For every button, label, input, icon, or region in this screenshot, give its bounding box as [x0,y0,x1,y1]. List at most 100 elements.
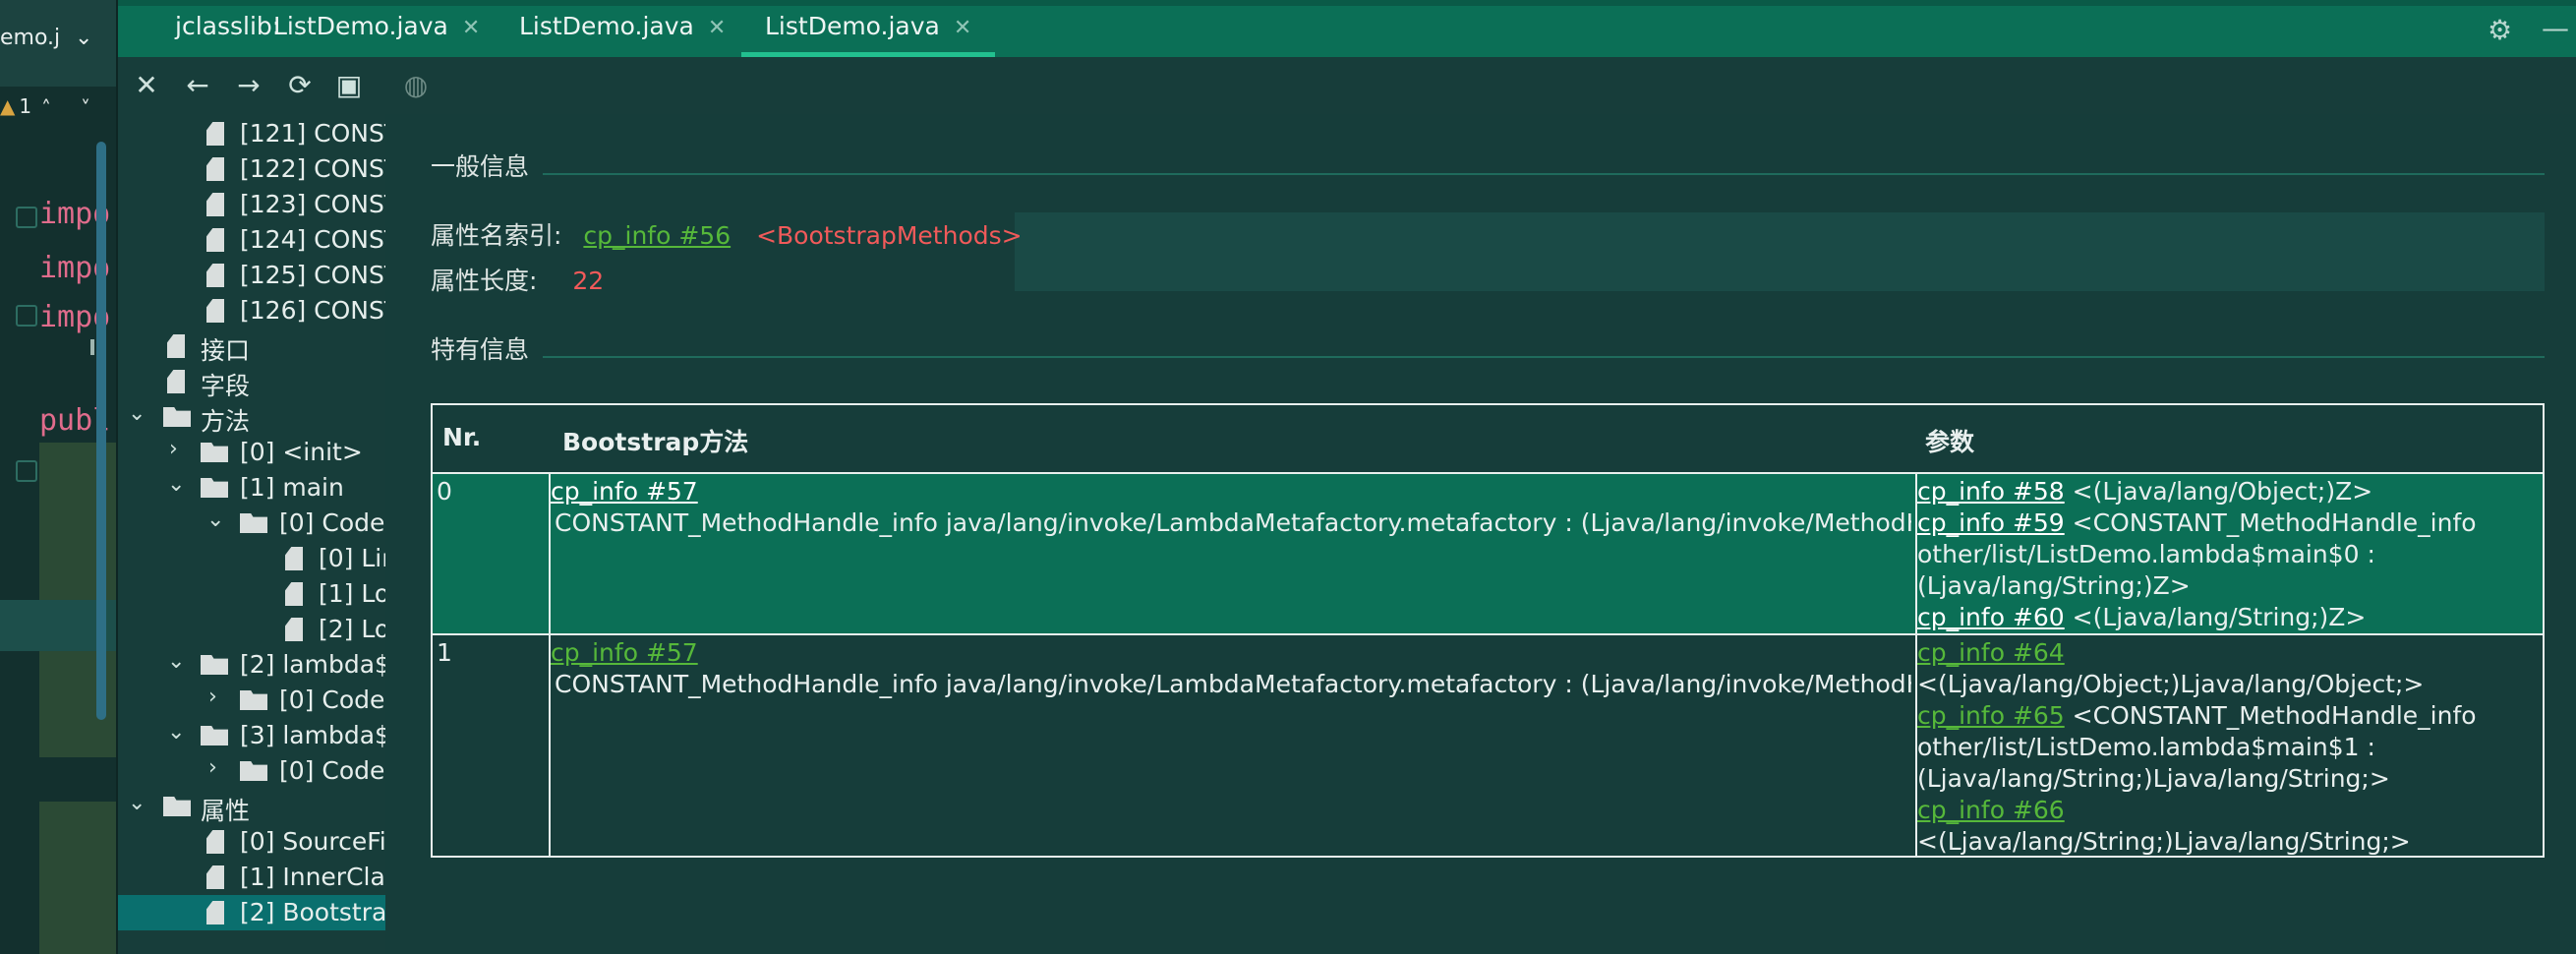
tree-item-label: [2] Lo [319,615,385,643]
chevron-right-icon[interactable]: › [169,437,178,461]
chevron-down-icon[interactable]: ⌄ [167,720,185,745]
tree-item-label: [2] lambda$ [240,650,385,679]
cp-info-link[interactable]: cp_info #65 [1917,701,2065,730]
attribute-name-index-label: 属性名索引: [431,221,562,250]
cp-info-link[interactable]: cp_info #60 [1917,603,2065,631]
refresh-icon[interactable]: ⟳ [283,69,317,101]
tree-item-interfaces[interactable]: 接口 [118,328,385,365]
code-fragment [90,339,94,355]
tree-item[interactable]: [125] CONST [118,258,385,293]
cell-method: cp_info #57 CONSTANT_MethodHandle_info j… [551,476,1911,539]
tree-item[interactable]: [124] CONST [118,222,385,258]
folder-icon [201,655,228,675]
chevron-down-icon[interactable]: ⌄ [128,791,146,815]
warning-indicator[interactable]: ▲ 1 [0,94,31,118]
chevron-down-icon[interactable]: ⌄ [206,507,224,532]
tree-item[interactable]: › [0] Code [118,683,385,718]
table-row[interactable]: 0 cp_info #57 CONSTANT_MethodHandle_info… [433,472,2543,633]
column-header-args[interactable]: 参数 [1915,405,2543,472]
chevron-right-icon[interactable]: › [208,685,217,709]
tab-listdemo-3[interactable]: ListDemo.java ✕ [740,12,996,57]
tree-item[interactable]: [1] Lo [118,576,385,612]
file-icon [206,901,224,924]
fold-marker-icon[interactable] [16,207,37,228]
column-header-nr[interactable]: Nr. [433,405,549,472]
chevron-down-icon[interactable]: ⌄ [167,472,185,497]
chevron-down-icon[interactable]: ⌄ [75,26,92,50]
tree-item-selected[interactable]: [2] Bootstra [118,895,385,930]
globe-icon[interactable]: ◍ [399,69,433,101]
arg-text: <(Ljava/lang/Object;)Z> [2072,477,2373,506]
fold-marker-icon[interactable] [16,305,37,327]
tree-item[interactable]: [1] InnerClas [118,860,385,895]
editor-file-tab-label: emo.j [0,26,61,50]
structure-tree: [121] CONST [122] CONST [123] CONST [124… [118,114,385,954]
close-icon[interactable]: ✕ [462,16,480,40]
bootstrap-methods-table: Nr. Bootstrap方法 参数 0 cp_info #57 CONSTAN… [431,403,2545,858]
forward-arrow-icon[interactable]: → [232,69,265,101]
file-icon [167,334,185,358]
tree-item[interactable]: ⌄ [1] main [118,470,385,506]
cp-info-link[interactable]: cp_info #57 [551,638,698,667]
tree-item[interactable]: [0] Lin [118,541,385,576]
chevron-down-icon[interactable]: ˅ [81,96,90,120]
chevron-up-icon[interactable]: ˄ [41,96,51,120]
gear-icon[interactable]: ⚙ [2488,14,2512,46]
tree-item[interactable]: [126] CONST [118,293,385,328]
tree-item-methods[interactable]: ⌄ 方法 [118,399,385,436]
cp-info-link[interactable]: cp_info #59 [1917,508,2065,537]
tree-item-label: [0] Lin [319,544,385,572]
tree-item[interactable]: ⌄ [0] Code [118,506,385,541]
cp-info-link[interactable]: cp_info #56 [583,221,731,250]
minimize-icon[interactable]: — [2542,12,2569,44]
fold-marker-icon[interactable] [16,460,37,482]
tree-item[interactable]: [122] CONST [118,151,385,187]
save-icon[interactable]: ▣ [332,69,366,101]
close-icon[interactable]: ✕ [708,16,726,40]
tree-item[interactable]: [121] CONST [118,116,385,151]
cell-method: cp_info #57 CONSTANT_MethodHandle_info j… [551,637,1911,700]
editor-scrollbar[interactable] [96,142,106,720]
table-row[interactable]: 1 cp_info #57 CONSTANT_MethodHandle_info… [433,633,2543,856]
tree-item[interactable]: [123] CONST [118,187,385,222]
tree-item[interactable]: › [0] Code [118,753,385,789]
file-icon [285,618,303,641]
tree-item-label: [126] CONST [240,296,385,325]
tree-item[interactable]: ⌄ [3] lambda$ [118,718,385,753]
chevron-down-icon[interactable]: ⌄ [167,649,185,674]
tree-item[interactable]: ⌄ [2] lambda$ [118,647,385,683]
cell-nr: 0 [437,477,452,506]
attribute-name-index-row: 属性名索引: cp_info #56 <BootstrapMethods> [431,216,1023,252]
chevron-down-icon[interactable]: ⌄ [128,401,146,426]
tab-label: ListDemo.java [273,12,448,40]
cp-info-link[interactable]: cp_info #64 [1917,638,2065,667]
editor-file-tab[interactable]: emo.j ⌄ [0,0,118,87]
tree-item-fields[interactable]: 字段 [118,364,385,400]
tree-item-label: [122] CONST [240,154,385,183]
tree-item-attributes[interactable]: ⌄ 属性 [118,789,385,825]
cell-args: cp_info #58 <(Ljava/lang/Object;)Z> cp_i… [1917,476,2539,633]
close-icon[interactable]: ✕ [954,16,971,40]
tree-item-label: 属性 [201,797,251,825]
tab-listdemo-1[interactable]: ListDemo.java ✕ [273,12,480,57]
tree-item-label: [1] main [240,473,344,502]
close-icon[interactable]: ✕ [130,69,163,101]
section-divider [543,356,2545,358]
tree-item[interactable]: [2] Lo [118,612,385,647]
attribute-length-row: 属性长度: 22 [431,262,604,297]
tree-item-label: [124] CONST [240,225,385,254]
arg-text: other/list/ListDemo.lambda$main$0 : [1917,540,2375,568]
chevron-right-icon[interactable]: › [208,755,217,780]
column-header-method[interactable]: Bootstrap方法 [549,405,1915,472]
cp-info-link[interactable]: cp_info #66 [1917,796,2065,824]
cp-info-link[interactable]: cp_info #57 [551,477,698,506]
tree-item-label: [3] lambda$ [240,721,385,749]
tab-listdemo-2[interactable]: ListDemo.java ✕ [519,12,726,57]
tab-jclasslib-prefix: jclasslib: [175,12,280,57]
tab-bar: jclasslib: ListDemo.java ✕ ListDemo.java ✕… [118,0,2576,57]
tree-item[interactable]: › [0] <init> [118,435,385,470]
tree-item[interactable]: [0] SourceFi [118,824,385,860]
cp-info-link[interactable]: cp_info #58 [1917,477,2065,506]
back-arrow-icon[interactable]: ← [181,69,214,101]
folder-icon [240,690,267,710]
